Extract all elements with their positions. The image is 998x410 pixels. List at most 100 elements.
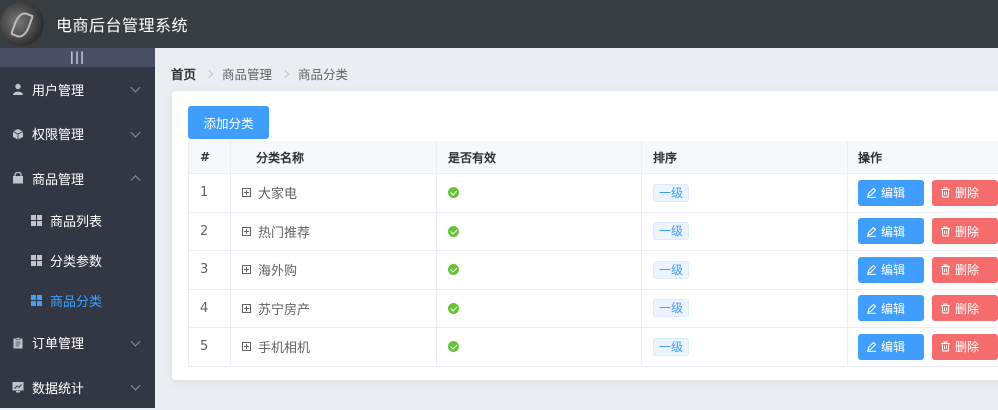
chevron-down-icon xyxy=(130,82,141,93)
check-circle-icon xyxy=(448,302,459,314)
row-name-cell: 热门推荐 xyxy=(231,212,437,250)
sidebar-item-permissions[interactable]: 权限管理 xyxy=(0,112,155,157)
sidebar-item-users[interactable]: 用户管理 xyxy=(0,67,155,112)
edit-button-label: 编辑 xyxy=(881,301,906,316)
delete-button[interactable]: 删除 xyxy=(932,333,998,360)
level-tag: 一级 xyxy=(653,299,690,318)
chevron-right-icon xyxy=(204,69,214,78)
clipboard-icon xyxy=(13,336,23,349)
row-actions-cell: 编辑 删除 xyxy=(848,213,998,251)
column-header-valid: 是否有效 xyxy=(437,141,642,173)
row-sort-cell: 一级 xyxy=(642,212,848,250)
delete-button[interactable]: 删除 xyxy=(932,295,998,322)
level-tag: 一级 xyxy=(653,260,690,279)
delete-button-label: 删除 xyxy=(955,186,980,201)
level-tag: 一级 xyxy=(653,222,690,241)
edit-button[interactable]: 编辑 xyxy=(858,179,924,206)
edit-button[interactable]: 编辑 xyxy=(858,218,924,245)
category-card: 添加分类 # 分类名称 是否有效 排序 操作 1 大家电 一级 编辑 删除 2 … xyxy=(172,91,998,380)
row-actions-cell: 编辑 删除 xyxy=(848,328,998,366)
table-header: # 分类名称 是否有效 排序 操作 xyxy=(188,141,998,174)
breadcrumb-home-link[interactable]: 首页 xyxy=(171,64,196,83)
top-header: 电商后台管理系统 xyxy=(0,0,998,48)
row-actions-cell: 编辑 删除 xyxy=(848,251,998,289)
trash-icon xyxy=(941,226,950,237)
sidebar-toggle-button[interactable]: ||| xyxy=(0,48,155,67)
grid-icon xyxy=(31,295,42,306)
sidebar-subitem-label: 商品列表 xyxy=(50,215,103,230)
row-index: 1 xyxy=(188,174,231,212)
check-circle-icon xyxy=(448,187,459,199)
row-name-cell: 海外购 xyxy=(231,251,437,289)
row-index: 2 xyxy=(188,212,231,250)
chevron-down-icon xyxy=(130,127,141,138)
expand-icon[interactable] xyxy=(242,303,251,313)
column-header-index: # xyxy=(188,141,231,173)
delete-button[interactable]: 删除 xyxy=(932,179,998,206)
row-name-cell: 大家电 xyxy=(231,174,437,212)
table-row: 5 手机相机 一级 编辑 删除 xyxy=(188,328,998,367)
delete-button[interactable]: 删除 xyxy=(932,256,998,283)
column-header-name: 分类名称 xyxy=(231,141,437,173)
check-circle-icon xyxy=(448,264,459,276)
row-name-cell: 手机相机 xyxy=(231,328,437,366)
chevron-right-icon xyxy=(280,69,290,78)
edit-icon xyxy=(867,264,877,276)
logo xyxy=(0,2,44,46)
row-sort-cell: 一级 xyxy=(642,174,848,212)
table-row: 2 热门推荐 一级 编辑 删除 xyxy=(188,212,998,251)
sidebar-item-orders[interactable]: 订单管理 xyxy=(0,321,155,366)
row-name-cell: 苏宁房产 xyxy=(231,289,437,327)
delete-button[interactable]: 删除 xyxy=(932,218,998,245)
level-tag: 一级 xyxy=(653,337,690,356)
breadcrumb-item: 商品分类 xyxy=(298,67,349,82)
edit-button-label: 编辑 xyxy=(881,224,906,239)
edit-button-label: 编辑 xyxy=(881,263,906,278)
table-row: 3 海外购 一级 编辑 删除 xyxy=(188,251,998,290)
table-row: 4 苏宁房产 一级 编辑 删除 xyxy=(188,289,998,328)
sidebar-item-label: 商品管理 xyxy=(32,172,85,188)
sidebar: ||| 用户管理 权限管理 商品管理 商品列表 分类参数 商品分类 订单管理 数… xyxy=(0,48,155,408)
breadcrumb-item: 商品管理 xyxy=(222,67,273,82)
row-actions-cell: 编辑 删除 xyxy=(848,174,998,212)
edit-button[interactable]: 编辑 xyxy=(858,256,924,283)
expand-icon[interactable] xyxy=(242,226,251,236)
edit-button[interactable]: 编辑 xyxy=(858,333,924,360)
chart-icon xyxy=(12,382,24,393)
category-name: 大家电 xyxy=(258,187,298,203)
edit-icon xyxy=(867,303,877,314)
expand-icon[interactable] xyxy=(242,265,251,275)
sidebar-subitem-goods-category[interactable]: 商品分类 xyxy=(0,281,155,321)
delete-button-label: 删除 xyxy=(955,340,980,355)
sidebar-item-goods[interactable]: 商品管理 xyxy=(0,156,155,201)
level-tag: 一级 xyxy=(653,183,690,202)
row-valid-cell xyxy=(437,289,642,327)
row-index: 4 xyxy=(188,289,231,327)
category-name: 热门推荐 xyxy=(258,225,311,241)
column-header-sort: 排序 xyxy=(642,141,848,173)
chevron-down-icon xyxy=(130,336,141,347)
delete-button-label: 删除 xyxy=(955,224,980,239)
add-category-button[interactable]: 添加分类 xyxy=(188,106,269,139)
table-body: 1 大家电 一级 编辑 删除 2 热门推荐 一级 编辑 删除 3 海外购 一级 … xyxy=(188,174,998,367)
trash-icon xyxy=(941,341,950,352)
sidebar-subitem-category-params[interactable]: 分类参数 xyxy=(0,241,155,281)
table-row: 1 大家电 一级 编辑 删除 xyxy=(188,174,998,213)
row-valid-cell xyxy=(437,212,642,250)
check-circle-icon xyxy=(448,225,459,237)
edit-button[interactable]: 编辑 xyxy=(858,295,924,322)
row-valid-cell xyxy=(437,251,642,289)
grid-icon xyxy=(31,215,42,226)
sidebar-item-statistics[interactable]: 数据统计 xyxy=(0,365,155,410)
row-index: 3 xyxy=(188,251,231,289)
expand-icon[interactable] xyxy=(242,188,251,198)
grid-icon xyxy=(31,255,42,266)
expand-icon[interactable] xyxy=(242,342,251,352)
edit-icon xyxy=(867,341,877,353)
row-valid-cell xyxy=(437,174,642,212)
main-content: 首页 商品管理 商品分类 添加分类 # 分类名称 是否有效 排序 操作 1 大家… xyxy=(155,48,998,408)
app-title: 电商后台管理系统 xyxy=(56,16,189,35)
sidebar-subitem-goods-list[interactable]: 商品列表 xyxy=(0,201,155,241)
box-icon xyxy=(12,128,24,140)
edit-button-label: 编辑 xyxy=(881,340,906,355)
